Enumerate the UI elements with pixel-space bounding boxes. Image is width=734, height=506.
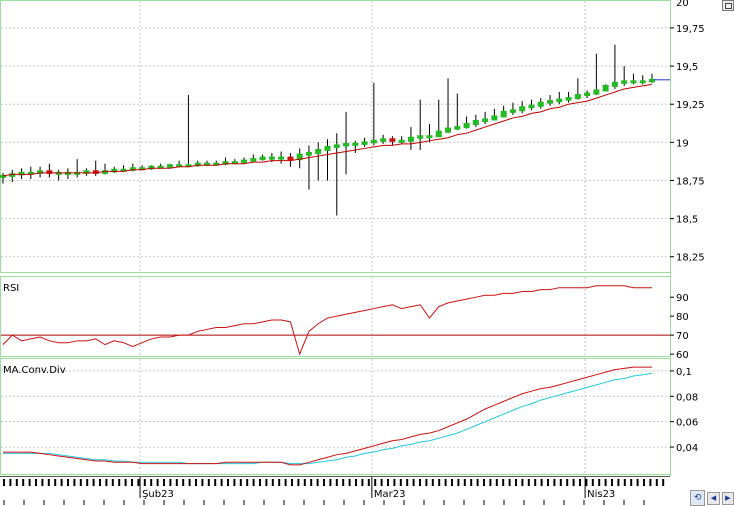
month-label: Nis23: [587, 489, 615, 500]
macd-tick-label: 0,04: [676, 443, 698, 454]
candle-up: [352, 142, 359, 146]
candle-up: [166, 164, 173, 168]
macd-tick-label: 0,06: [676, 418, 698, 429]
candle-up: [407, 136, 414, 142]
candle-up: [343, 142, 350, 147]
candle-up: [315, 148, 322, 155]
candle-up: [250, 158, 257, 162]
macd-tick-label: 0,1: [676, 367, 692, 378]
candle-up: [370, 139, 377, 144]
candle-up: [278, 156, 285, 160]
candle-up: [380, 138, 387, 142]
candle-up: [333, 144, 340, 148]
candle-up: [500, 110, 507, 118]
candle-up: [547, 100, 554, 104]
macd-tick-label: 0,08: [676, 392, 698, 403]
candle-up: [611, 81, 618, 87]
arrow-left-icon[interactable]: ◀: [707, 491, 720, 505]
rsi-tick-label: 90: [676, 293, 689, 304]
chart-canvas[interactable]: 18,25 18,5 18,75 19 19,25 19,5 19,75 20 60 70 80 90…: [0, 0, 734, 506]
candle-up: [528, 104, 535, 109]
candle-down: [287, 156, 294, 161]
candle-up: [565, 97, 572, 101]
candle-up: [509, 109, 516, 113]
month-label: Mar23: [374, 489, 406, 500]
candle-up: [584, 92, 591, 97]
macd-panel[interactable]: [0, 358, 671, 475]
candle-up: [593, 89, 600, 95]
refresh-icon[interactable]: ⟲: [690, 490, 706, 506]
chart-window: 18,25 18,5 18,75 19 19,25 19,5 19,75 20 60 70 80 90…: [0, 0, 734, 506]
price-tick-label: 18,25: [676, 253, 705, 264]
rsi-tick-label: 60: [676, 350, 689, 361]
price-tick-label: 19,75: [676, 24, 705, 35]
candle-up: [491, 115, 498, 121]
candle-up: [305, 152, 312, 156]
candle-up: [602, 84, 609, 92]
price-tick-label: 18,75: [676, 176, 705, 187]
candle-down: [389, 138, 396, 142]
candle-up: [639, 80, 646, 84]
candle-up: [268, 156, 275, 160]
candle-up: [361, 141, 368, 145]
axis-labels: 18,25 18,5 18,75 19 19,25 19,5 19,75 20 60 70 80 90…: [670, 0, 705, 454]
candle-up: [482, 118, 489, 122]
candle-up: [324, 145, 331, 151]
arrow-right-icon[interactable]: ▶: [721, 491, 734, 505]
macd-title: MA.Conv.Div: [3, 365, 66, 376]
rsi-tick-label: 70: [676, 331, 689, 342]
price-tick-label: 19,25: [676, 100, 705, 111]
candle-up: [621, 80, 628, 84]
price-tick-label: 18,5: [676, 215, 698, 226]
candle-up: [519, 106, 526, 112]
candle-up: [472, 119, 479, 126]
price-tick-label-partial: 20: [676, 0, 689, 9]
candle-up: [574, 94, 581, 100]
time-axis[interactable]: Şub23 Mar23 Nis23: [0, 476, 670, 506]
candle-up: [259, 156, 266, 161]
candle-up: [463, 123, 470, 129]
month-label: Şub23: [142, 489, 174, 500]
candle-up: [454, 126, 461, 130]
candle-up: [445, 127, 452, 133]
candle-up: [398, 139, 405, 143]
candle-up: [556, 98, 563, 103]
price-panel[interactable]: [0, 0, 671, 273]
candle-up: [630, 80, 637, 84]
rsi-title: RSI: [3, 283, 19, 294]
candle-up: [537, 101, 544, 107]
price-tick-label: 19: [676, 138, 689, 149]
candle-up: [241, 159, 248, 164]
rsi-tick-label: 80: [676, 312, 689, 323]
navigation-controls: ⟲ ◀ ▶: [690, 490, 734, 506]
candle-up: [435, 130, 442, 138]
price-tick-label: 19,5: [676, 62, 698, 73]
candle-up: [426, 135, 433, 139]
maximize-icon[interactable]: [722, 0, 734, 11]
candle-up: [417, 135, 424, 139]
